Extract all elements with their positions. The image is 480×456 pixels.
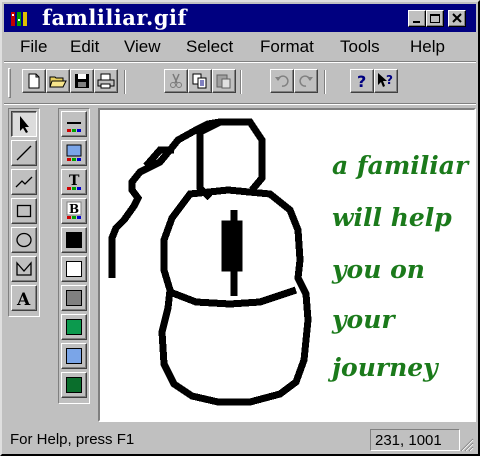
toolbar-separator: [124, 70, 126, 94]
text-tool-icon: A: [16, 290, 31, 308]
color-swatch: [66, 319, 82, 335]
color-swatch: [66, 348, 82, 364]
polygon-tool-button[interactable]: [11, 256, 37, 282]
color-swatch-button[interactable]: [61, 343, 87, 369]
svg-text:?: ?: [357, 72, 366, 90]
drawing-tools-palette: A: [8, 108, 40, 317]
text-color-icon: T: [67, 173, 81, 190]
status-help-text: For Help, press F1: [10, 431, 135, 448]
ellipse-tool-button[interactable]: [11, 227, 37, 253]
line-color-icon: [67, 122, 81, 132]
print-icon: [97, 73, 115, 89]
polyline-tool-button[interactable]: [11, 169, 37, 195]
text-tool-button[interactable]: A: [11, 285, 37, 311]
context-help-icon: ?: [378, 73, 393, 87]
minimize-icon: [413, 21, 420, 23]
caption-line-1: a familiar: [332, 151, 469, 180]
toolbar: ? ?: [4, 64, 476, 102]
copy-icon: [192, 73, 207, 89]
open-button[interactable]: [46, 69, 70, 93]
color-swatch-button[interactable]: [61, 372, 87, 398]
caption-line-3: you on: [332, 255, 425, 284]
color-swatch-button[interactable]: [61, 285, 87, 311]
caption-line-5: journey: [332, 353, 438, 382]
save-button[interactable]: [70, 69, 94, 93]
menu-bar: File Edit View Select Format Tools Help: [4, 34, 476, 60]
open-folder-icon: [49, 76, 67, 88]
arrow-pointer-icon: [20, 116, 29, 133]
ellipse-tool-icon: [16, 232, 32, 248]
paste-button[interactable]: [212, 69, 236, 93]
app-icon[interactable]: [10, 10, 28, 28]
line-tool-icon: [16, 145, 32, 161]
polyline-tool-icon: [15, 176, 33, 188]
svg-text:T: T: [69, 173, 80, 189]
color-swatch-button[interactable]: [61, 227, 87, 253]
color-swatch-button[interactable]: [61, 314, 87, 340]
help-question-icon: ?: [357, 72, 366, 90]
undo-icon: [275, 75, 289, 87]
close-icon: [452, 13, 462, 23]
menu-view[interactable]: View: [124, 37, 161, 57]
left-tool-area: A T B: [8, 108, 94, 422]
svg-text:?: ?: [386, 73, 393, 87]
title-bar[interactable]: famliliar.gif: [4, 4, 476, 32]
polygon-tool-icon: [16, 261, 32, 276]
caption-line-4: your: [332, 305, 395, 334]
context-help-button[interactable]: ?: [374, 69, 398, 93]
fill-color-icon: [66, 144, 82, 161]
toolbar-separator: [324, 70, 326, 94]
background-color-icon: B: [66, 201, 82, 219]
line-color-button[interactable]: [61, 111, 87, 137]
maximize-icon: [430, 14, 440, 23]
fill-color-button[interactable]: [61, 140, 87, 166]
toolbar-grip[interactable]: [8, 68, 11, 98]
new-doc-icon: [28, 73, 40, 89]
color-swatch: [66, 232, 82, 248]
toolbar-divider: [4, 103, 476, 105]
copy-button[interactable]: [188, 69, 212, 93]
window-title: famliliar.gif: [42, 5, 188, 30]
color-swatch: [66, 261, 82, 277]
svg-text:A: A: [16, 290, 31, 308]
application-window: famliliar.gif File Edit View Select Form…: [0, 0, 480, 456]
menu-tools[interactable]: Tools: [340, 37, 380, 57]
background-color-button[interactable]: B: [61, 198, 87, 224]
menu-format[interactable]: Format: [260, 37, 314, 57]
menu-help[interactable]: Help: [410, 37, 445, 57]
coords-panel: 231, 1001: [370, 429, 460, 451]
cut-scissors-icon: [170, 73, 182, 88]
rectangle-tool-icon: [16, 204, 32, 218]
svg-text:B: B: [69, 202, 79, 216]
help-button[interactable]: ?: [350, 69, 374, 93]
status-bar: For Help, press F1 231, 1001: [4, 426, 476, 454]
toolbar-separator: [240, 70, 242, 94]
resize-grip-icon[interactable]: [460, 438, 474, 452]
menu-select[interactable]: Select: [186, 37, 233, 57]
new-button[interactable]: [22, 69, 46, 93]
color-swatch: [66, 377, 82, 393]
caption-line-2: will help: [332, 203, 452, 232]
text-color-button[interactable]: T: [61, 169, 87, 195]
save-disk-icon: [75, 74, 89, 88]
paste-icon: [216, 74, 231, 89]
minimize-button[interactable]: [408, 10, 426, 27]
menu-edit[interactable]: Edit: [70, 37, 99, 57]
print-button[interactable]: [94, 69, 118, 93]
color-palette: T B: [58, 108, 90, 404]
cut-button[interactable]: [164, 69, 188, 93]
color-swatch-button[interactable]: [61, 256, 87, 282]
drawing-canvas[interactable]: a familiar will help you on your journey: [98, 108, 476, 422]
undo-button[interactable]: [270, 69, 294, 93]
menu-file[interactable]: File: [20, 37, 47, 57]
select-tool-button[interactable]: [11, 111, 37, 137]
color-swatch: [66, 290, 82, 306]
rectangle-tool-button[interactable]: [11, 198, 37, 224]
close-button[interactable]: [448, 10, 466, 27]
menu-divider: [4, 61, 476, 63]
redo-icon: [299, 75, 313, 87]
redo-button[interactable]: [294, 69, 318, 93]
maximize-button[interactable]: [426, 10, 444, 27]
line-tool-button[interactable]: [11, 140, 37, 166]
